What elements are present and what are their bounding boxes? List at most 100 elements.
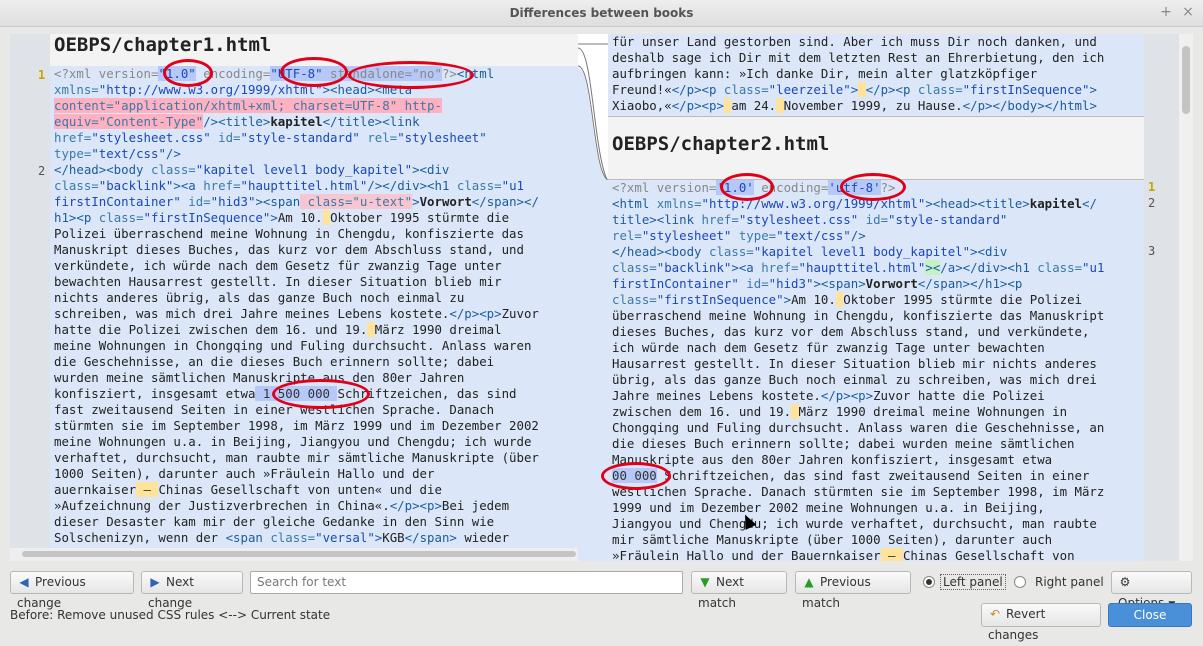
code-line: equiv="Content-Type"/><title>kapitel</ti… [54, 114, 539, 130]
right-line-gutter: 1 2 3 [1144, 34, 1179, 561]
code-token: </title><link [322, 114, 420, 129]
code-token: class= [54, 178, 99, 193]
code-token: /> [850, 228, 866, 243]
left-horizontal-scrollbar[interactable] [10, 548, 578, 561]
code-token: 1999 und im Dezember 2002 meine Wohnunge… [612, 500, 1045, 515]
code-token: href= [54, 130, 92, 145]
code-token: dieser Desaster kam mir der gleiche Geda… [54, 514, 495, 529]
annotation-oval [272, 379, 370, 409]
left-panel-label[interactable]: Left panel [940, 574, 1006, 590]
code-token: "hid3" [210, 194, 256, 209]
code-line: title><link href="stylesheet.css" id="st… [612, 212, 1104, 228]
code-token: KGB [382, 530, 405, 545]
code-token: class= [143, 162, 196, 177]
left-panel-radio[interactable] [923, 576, 935, 588]
code-token: class= [612, 260, 657, 275]
code-line: verkündete, ich würde nach dem Gesetz fü… [54, 258, 539, 274]
code-token: am 24. [731, 98, 777, 113]
code-token: <?xml version= [54, 66, 159, 81]
code-line: nichts anderes übrig, als das ganze Buch… [54, 290, 539, 306]
previous-match-button[interactable]: ▲ Previous match [795, 571, 911, 610]
right-panel-label[interactable]: Right panel [1035, 575, 1104, 589]
code-line: Jiangyou und Chengdu; ich wurde verhafte… [612, 516, 1104, 532]
code-token: </p><p> [820, 388, 874, 403]
code-token: stürmten sie im September 1998, im März … [54, 418, 539, 433]
previous-change-button[interactable]: ◀ Previous change [10, 571, 134, 610]
code-token: Zuvor hatte die Polizei [873, 388, 1045, 403]
code-line: meine Wohnungen u.a. in Beijing, Jiangyo… [54, 434, 539, 450]
code-line: mir sämtliche Manuskripte (über 1000 Sei… [612, 532, 1104, 548]
code-token: Chinas Gesellschaft von unten« und die [158, 482, 442, 497]
next-match-button[interactable]: ▼ Next match [691, 571, 787, 610]
code-line: 1000 Seiten), darunter auch »Fräulein Ha… [54, 466, 539, 482]
code-token [858, 82, 866, 97]
code-token: id= [738, 276, 769, 291]
code-token: href= [694, 212, 739, 227]
code-line: Jahre meines Lebens kostete.</p><p>Zuvor… [612, 388, 1104, 404]
close-window-icon[interactable]: × [1180, 4, 1196, 20]
next-change-button[interactable]: ▶ Next change [141, 571, 243, 610]
right-diff-pane[interactable]: für unser Land gestorben sind. Aber ich … [608, 34, 1144, 561]
scrollbar-thumb[interactable] [22, 551, 576, 557]
code-token: ><span [255, 194, 301, 209]
annotation-oval [280, 57, 348, 87]
code-line: 00 000 Schriftzeichen, das sind fast zwe… [612, 468, 1104, 484]
search-input[interactable]: Search for text [250, 571, 683, 594]
options-button[interactable]: ⚙Options▼ [1111, 571, 1192, 610]
code-token: Manuskripte aus den 80er Jahren konfiszi… [612, 452, 1053, 467]
code-token: wurden meine sämtlichen Manuskripte aus … [54, 370, 465, 385]
code-line: href="stylesheet.css" id="style-standard… [54, 130, 539, 146]
code-token: "stylesheet" [641, 228, 732, 243]
code-line: class="backlink"><a href="haupttitel.htm… [54, 178, 539, 194]
right-code-lines: <?xml version='1.0' encoding='utf-8'?> <h… [612, 180, 1104, 561]
code-line: content="application/xhtml+xml; charset=… [54, 98, 539, 114]
code-line: meine Wohnungen in Chongqing und Fuling … [54, 338, 539, 354]
code-token: wieder [456, 530, 510, 545]
code-line: verhaftet, durchsucht, man raubte mir sä… [54, 450, 539, 466]
code-token: "firstInSequence" [143, 210, 271, 225]
code-token: Manuskript dieses Buches, das kurz vor d… [54, 242, 524, 257]
code-token [322, 210, 331, 225]
code-token: "stylesheet.css" [738, 212, 859, 227]
code-line: für unser Land gestorben sind. Aber ich … [612, 34, 1104, 50]
left-line-gutter: 1 2 [10, 34, 50, 548]
annotation-oval [348, 61, 474, 89]
code-line: type="text/css"/> [54, 146, 539, 162]
code-token: > [783, 292, 792, 307]
code-line: </head><body class="kapitel level1 body_… [54, 162, 539, 178]
code-token: "firstInSequence" [656, 292, 784, 307]
code-line: deshalb sage ich Dir mit dem letzten Res… [612, 50, 1104, 66]
code-token: aufbringen kann: »Ich danke Dir, mein al… [612, 66, 1038, 81]
code-token: content="application/xhtml+xml; charset=… [54, 98, 442, 113]
vertical-scrollbar[interactable] [1179, 34, 1193, 561]
scrollbar-thumb[interactable] [1182, 46, 1190, 114]
maximize-icon[interactable]: + [1158, 4, 1174, 20]
code-token: kapitel [1029, 196, 1082, 211]
code-line: überraschend meine Wohnung in Chengdu, k… [612, 308, 1104, 324]
arrow-up-icon: ▲ [804, 575, 814, 589]
right-filename: OEBPS/chapter2.html [612, 133, 830, 155]
code-token: für unser Land gestorben sind. Aber ich … [612, 34, 1097, 49]
code-token: »Aufzeichnung der Justizverbrechen in Ch… [54, 498, 390, 513]
code-line: dieser Desaster kam mir der gleiche Geda… [54, 514, 539, 530]
code-token: </head><body [54, 162, 144, 177]
code-token: </p><p> [449, 306, 502, 321]
right-panel-radio[interactable] [1014, 576, 1026, 588]
code-token: "style-standard" [888, 212, 1008, 227]
left-line-number: 1 [38, 68, 46, 82]
code-token: "text/css" [91, 146, 166, 161]
code-token: die dieses Buch erinnern sollte; dabei w… [612, 436, 1075, 451]
code-token: Zuvor [501, 306, 539, 321]
code-token: "kapitel level1 body_kapitel" [195, 162, 413, 177]
revert-changes-button[interactable]: ↶ Revert changes [981, 603, 1101, 642]
close-button[interactable]: Close [1108, 603, 1192, 627]
code-token: class= [449, 178, 502, 193]
code-token: verhaftet, durchsucht, man raubte mir sä… [54, 450, 539, 465]
code-line: ich würde nach dem Gesetz für zwanzig Ta… [612, 340, 1104, 356]
code-line: dieses Buches, das kurz vor dem Abschlus… [612, 324, 1104, 340]
right-line-number: 1 [1148, 180, 1156, 194]
code-line: Solschenizyn, wenn der <span class="vers… [54, 530, 539, 546]
code-token: </ [1081, 196, 1097, 211]
left-diff-pane[interactable]: OEBPS/chapter1.html <?xml version="1.0" … [50, 34, 578, 548]
code-token: Oktober 1995 stürmte die Polizei [843, 292, 1083, 307]
